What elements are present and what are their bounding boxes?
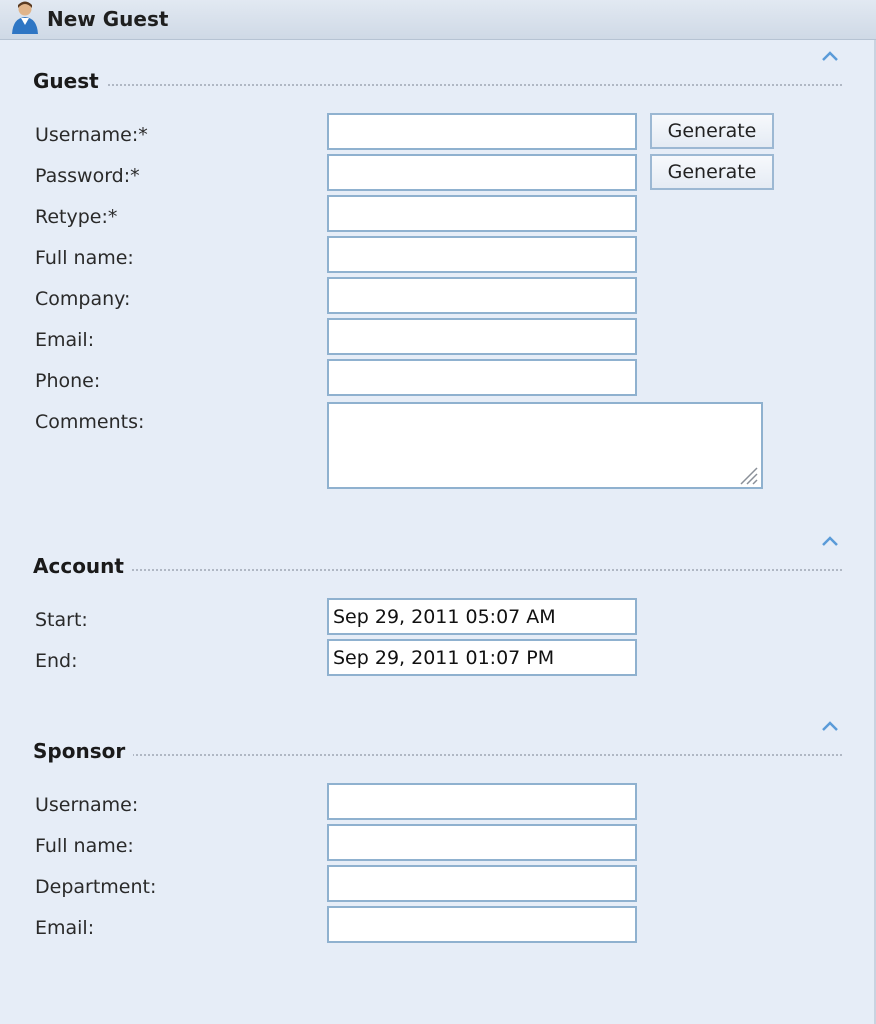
- account-start-input[interactable]: [327, 598, 637, 635]
- sponsor-email-input[interactable]: [327, 906, 637, 943]
- guest-company-input[interactable]: [327, 277, 637, 314]
- window-title: New Guest: [47, 7, 169, 31]
- guest-phone-input[interactable]: [327, 359, 637, 396]
- guest-fullname-input[interactable]: [327, 236, 637, 273]
- guest-comments-textarea[interactable]: [327, 402, 763, 489]
- guest-retype-input[interactable]: [327, 195, 637, 232]
- guest-password-label: Password:*: [35, 165, 140, 187]
- account-end-input[interactable]: [327, 639, 637, 676]
- section-title-sponsor: Sponsor: [33, 739, 134, 763]
- section-divider: [132, 569, 842, 571]
- sponsor-username-input[interactable]: [327, 783, 637, 820]
- sponsor-fullname-label: Full name:: [35, 835, 134, 857]
- chevron-up-icon[interactable]: [820, 49, 840, 63]
- guest-company-label: Company:: [35, 288, 131, 310]
- guest-email-input[interactable]: [327, 318, 637, 355]
- chevron-up-icon[interactable]: [820, 534, 840, 548]
- guest-username-label: Username:*: [35, 124, 148, 146]
- sponsor-email-label: Email:: [35, 917, 95, 939]
- guest-username-input[interactable]: [327, 113, 637, 150]
- section-title-guest: Guest: [33, 69, 107, 93]
- guest-email-label: Email:: [35, 329, 95, 351]
- sponsor-fullname-input[interactable]: [327, 824, 637, 861]
- section-divider: [132, 754, 842, 756]
- chevron-up-icon[interactable]: [820, 719, 840, 733]
- section-divider: [100, 84, 842, 86]
- generate-username-button[interactable]: Generate: [650, 113, 774, 149]
- title-bar: New Guest: [0, 0, 876, 40]
- sponsor-department-label: Department:: [35, 876, 157, 898]
- section-title-account: Account: [33, 554, 132, 578]
- guest-retype-label: Retype:*: [35, 206, 118, 228]
- guest-fullname-label: Full name:: [35, 247, 134, 269]
- guest-comments-label: Comments:: [35, 411, 145, 433]
- account-start-label: Start:: [35, 609, 88, 631]
- guest-phone-label: Phone:: [35, 370, 101, 392]
- sponsor-username-label: Username:: [35, 794, 139, 816]
- generate-password-button[interactable]: Generate: [650, 154, 774, 190]
- sponsor-department-input[interactable]: [327, 865, 637, 902]
- guest-password-input[interactable]: [327, 154, 637, 191]
- account-end-label: End:: [35, 650, 78, 672]
- guest-user-icon: [12, 1, 38, 34]
